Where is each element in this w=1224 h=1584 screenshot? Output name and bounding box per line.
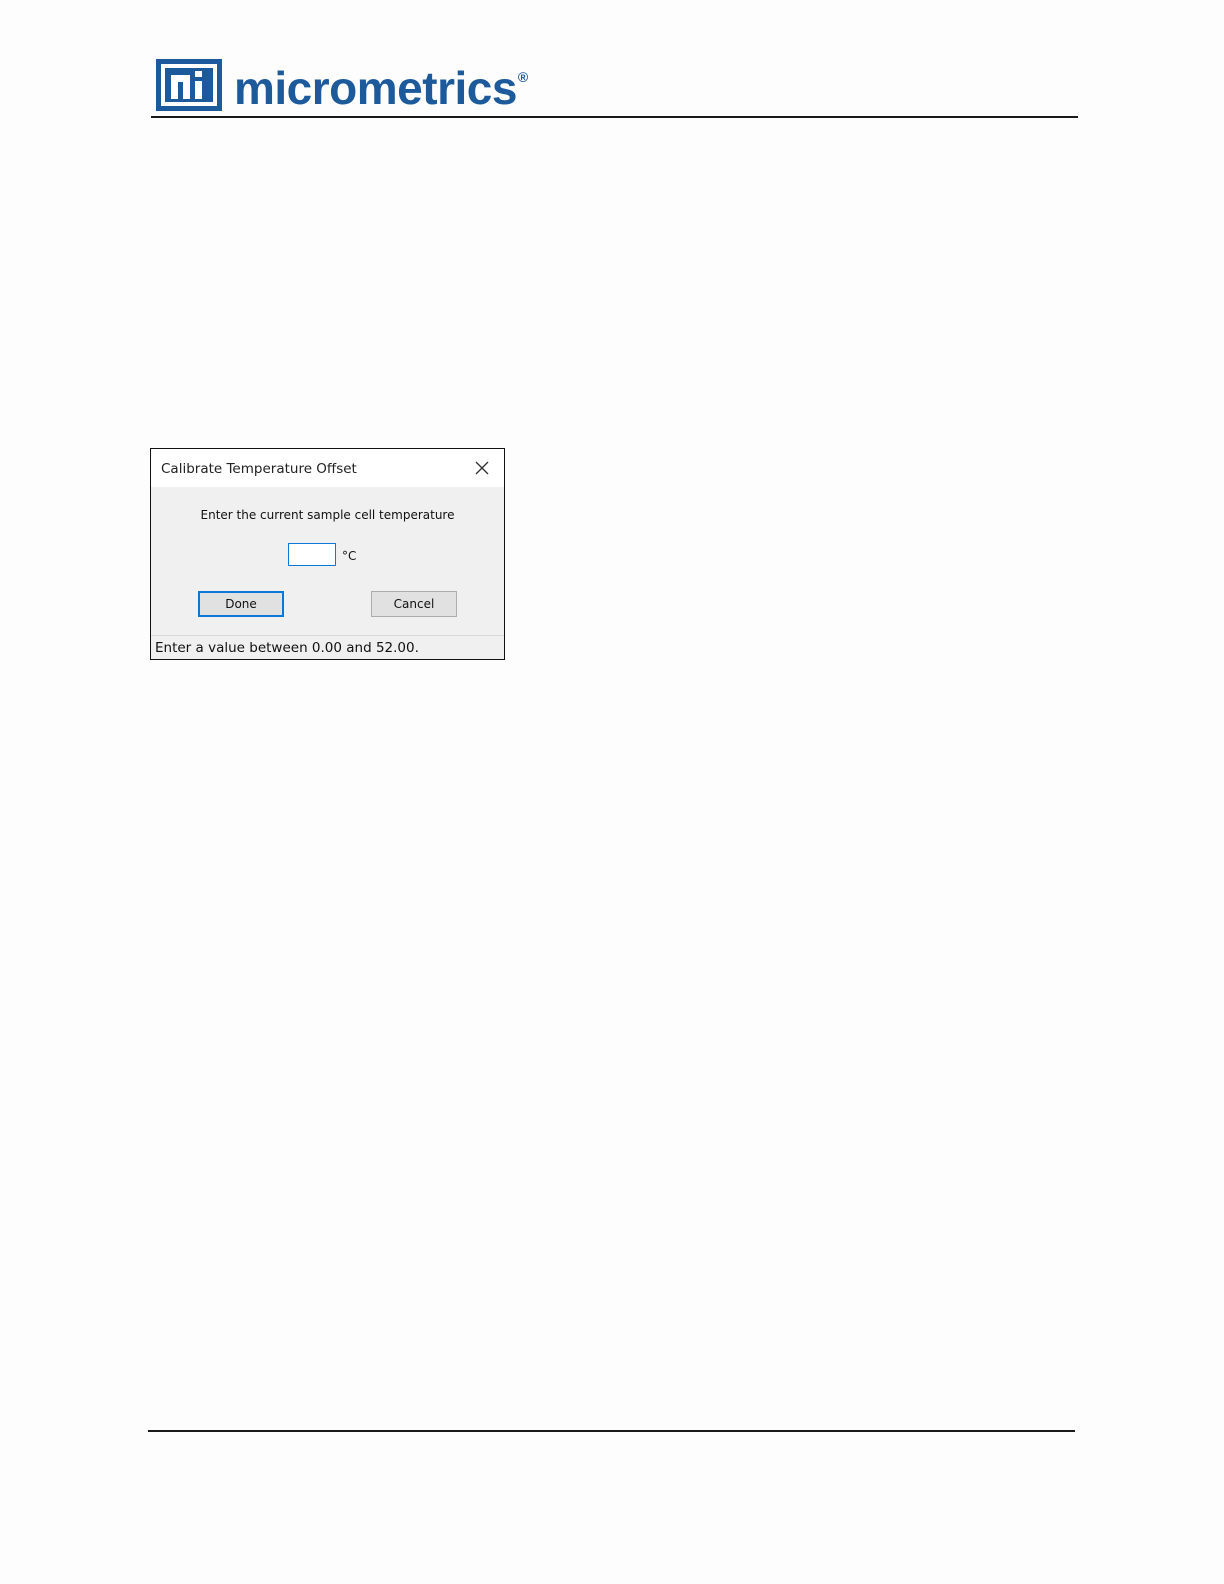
close-icon[interactable] [474, 460, 490, 476]
temperature-input[interactable] [288, 543, 336, 566]
registered-mark: ® [517, 69, 529, 85]
temperature-prompt: Enter the current sample cell temperatur… [200, 508, 455, 522]
logo-wordmark: micrometrics [234, 62, 517, 114]
header-divider [151, 116, 1078, 118]
temperature-unit: °C [342, 549, 357, 563]
status-text: Enter a value between 0.00 and 52.00. [155, 640, 419, 656]
cancel-button[interactable]: Cancel [371, 591, 457, 617]
footer-divider [148, 1430, 1075, 1432]
dialog-titlebar: Calibrate Temperature Offset [151, 449, 504, 487]
calibrate-temperature-dialog: Calibrate Temperature Offset Enter the c… [150, 448, 505, 660]
dialog-title: Calibrate Temperature Offset [161, 461, 357, 477]
micromeritics-logo: micrometrics ® [156, 55, 528, 111]
status-bar: Enter a value between 0.00 and 52.00. [151, 635, 504, 659]
done-button[interactable]: Done [198, 591, 284, 617]
mi-logo-mark [156, 59, 222, 111]
